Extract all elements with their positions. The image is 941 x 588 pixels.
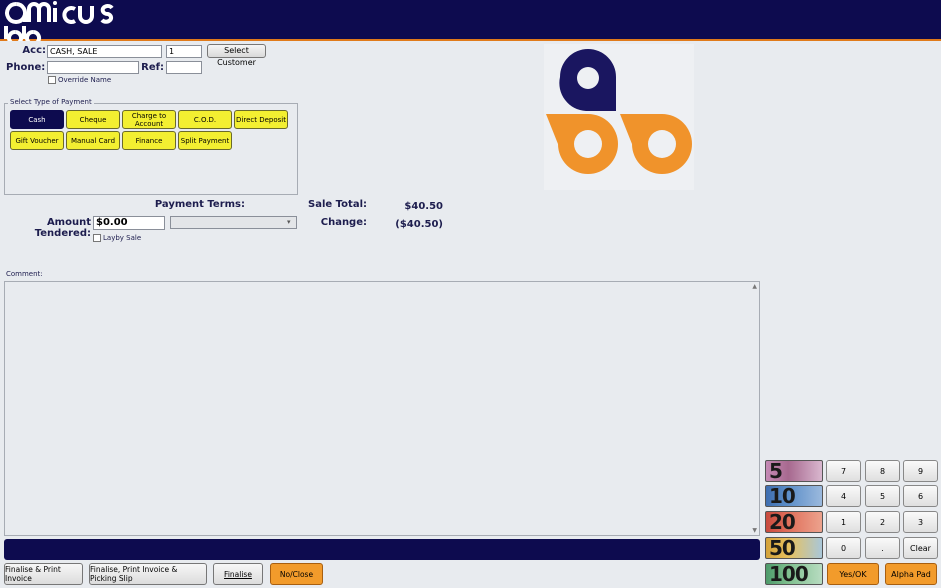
acc-label: Acc: <box>22 45 46 56</box>
account-name-field[interactable]: CASH, SALE <box>47 45 162 58</box>
payment-charge-account-button[interactable]: Charge to Account <box>122 110 176 129</box>
note-5-label: 5 <box>769 460 783 482</box>
key-decimal[interactable]: . <box>865 537 900 559</box>
app-header <box>0 0 941 41</box>
layby-sale-checkbox[interactable] <box>93 234 101 242</box>
payment-cheque-button[interactable]: Cheque <box>66 110 120 129</box>
ref-label: Ref: <box>141 62 164 73</box>
no-close-button[interactable]: No/Close <box>270 563 323 585</box>
alpha-pad-button[interactable]: Alpha Pad <box>885 563 937 585</box>
note-5-button[interactable]: 5 <box>765 460 823 482</box>
note-100-button[interactable]: 100 <box>765 563 823 585</box>
key-9[interactable]: 9 <box>903 460 938 482</box>
amount-tendered-label: Amount Tendered: <box>34 217 91 239</box>
note-50-label: 50 <box>769 537 796 559</box>
override-name-label: Override Name <box>58 76 112 84</box>
payment-split-button[interactable]: Split Payment <box>178 131 232 150</box>
note-10-label: 10 <box>769 485 796 507</box>
key-clear[interactable]: Clear <box>903 537 938 559</box>
payment-finance-button[interactable]: Finance <box>122 131 176 150</box>
scroll-up-icon[interactable]: ▲ <box>752 283 757 290</box>
key-6[interactable]: 6 <box>903 485 938 507</box>
payment-manual-card-button[interactable]: Manual Card <box>66 131 120 150</box>
note-20-label: 20 <box>769 511 796 533</box>
key-8[interactable]: 8 <box>865 460 900 482</box>
key-4[interactable]: 4 <box>826 485 861 507</box>
payment-cod-button[interactable]: C.O.D. <box>178 110 232 129</box>
note-50-button[interactable]: 50 <box>765 537 823 559</box>
status-bar <box>4 539 760 560</box>
sale-total-label: Sale Total: <box>308 199 367 210</box>
comment-scrollbar[interactable]: ▲ ▼ <box>749 282 759 535</box>
amount-tendered-field[interactable]: $0.00 <box>93 216 165 230</box>
chevron-down-icon: ▾ <box>287 218 291 226</box>
sale-total-value: $40.50 <box>404 201 443 212</box>
phone-field[interactable] <box>47 61 139 74</box>
key-7[interactable]: 7 <box>826 460 861 482</box>
key-2[interactable]: 2 <box>865 511 900 533</box>
layby-sale-label: Layby Sale <box>103 234 142 242</box>
yes-ok-button[interactable]: Yes/OK <box>827 563 879 585</box>
finalise-print-invoice-button[interactable]: Finalise & Print Invoice <box>4 563 83 585</box>
override-name-checkbox[interactable] <box>48 76 56 84</box>
scroll-down-icon[interactable]: ▼ <box>752 527 757 534</box>
payment-terms-label: Payment Terms: <box>154 199 245 210</box>
key-0[interactable]: 0 <box>826 537 861 559</box>
select-customer-button[interactable]: Select Customer <box>207 44 266 67</box>
note-10-button[interactable]: 10 <box>765 485 823 507</box>
account-number-field[interactable]: 1 <box>166 45 202 58</box>
payment-type-group-title: Select Type of Payment <box>8 98 94 106</box>
payment-direct-deposit-button[interactable]: Direct Deposit <box>234 110 288 129</box>
note-20-button[interactable]: 20 <box>765 511 823 533</box>
change-value: ($40.50) <box>395 219 443 230</box>
note-100-label: 100 <box>769 563 809 585</box>
payment-terms-select[interactable] <box>170 216 297 229</box>
finalise-button[interactable]: Finalise <box>213 563 263 585</box>
change-label: Change: <box>320 217 367 228</box>
amicus-logo <box>4 1 114 41</box>
key-3[interactable]: 3 <box>903 511 938 533</box>
payment-cash-button[interactable]: Cash <box>10 110 64 129</box>
phone-label: Phone: <box>6 62 46 73</box>
finalise-print-picking-button[interactable]: Finalise, Print Invoice & Picking Slip <box>89 563 207 585</box>
comment-textarea[interactable]: ▲ ▼ <box>4 281 760 536</box>
payment-gift-voucher-button[interactable]: Gift Voucher <box>10 131 64 150</box>
ref-field[interactable] <box>166 61 202 74</box>
amicus-brand-mark-icon <box>544 44 694 190</box>
key-1[interactable]: 1 <box>826 511 861 533</box>
key-5[interactable]: 5 <box>865 485 900 507</box>
comment-label: Comment: <box>6 270 43 278</box>
